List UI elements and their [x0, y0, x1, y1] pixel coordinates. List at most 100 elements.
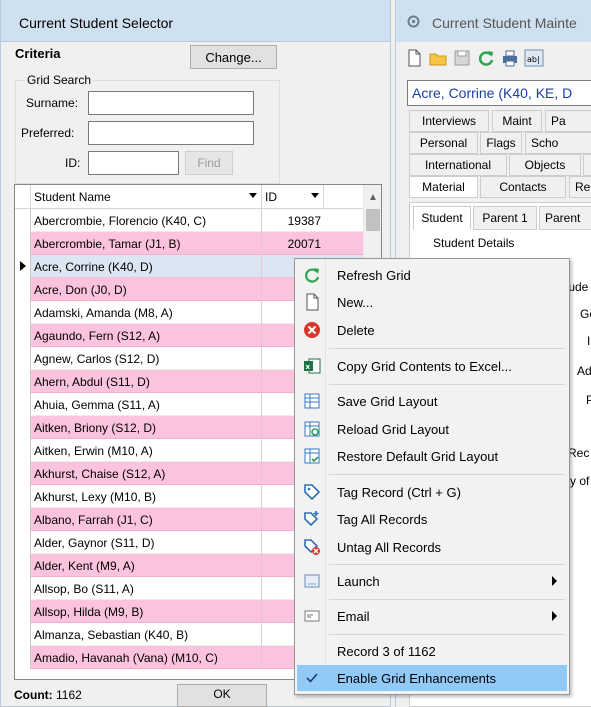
student-name-cell: Abercrombie, Florencio (K40, C): [34, 214, 207, 228]
id-input[interactable]: [88, 151, 179, 175]
partial-field-label: I: [587, 334, 591, 348]
menu-item-restore-default-layout[interactable]: Restore Default Grid Layout: [297, 443, 567, 469]
current-student-name: Acre, Corrine (K40, KE, D: [412, 85, 573, 101]
row-indicator[interactable]: [15, 531, 31, 554]
tab-partial[interactable]: Pa: [545, 110, 591, 132]
menu-item-tag-all-records[interactable]: Tag All Records: [297, 506, 567, 532]
delete-icon: [304, 322, 320, 338]
tab-contacts[interactable]: Contacts: [480, 176, 566, 198]
menu-item-launch[interactable]: Launch: [297, 568, 567, 594]
tab-partial-3[interactable]: Re: [569, 176, 591, 198]
student-name-cell: Amadio, Havanah (Vana) (M10, C): [34, 651, 218, 665]
row-indicator[interactable]: [15, 209, 31, 232]
row-indicator[interactable]: [15, 439, 31, 462]
menu-item-delete[interactable]: Delete: [297, 317, 567, 343]
menu-item-reload-grid-layout[interactable]: Reload Grid Layout: [297, 416, 567, 442]
table-row[interactable]: Abercrombie, Tamar (J1, B) 20071: [15, 232, 363, 255]
menu-item-new[interactable]: New...: [297, 289, 567, 315]
menu-item-label: Email: [337, 609, 370, 624]
column-header-name[interactable]: Student Name: [31, 185, 262, 209]
row-indicator[interactable]: [15, 255, 31, 278]
menu-item-save-grid-layout[interactable]: Save Grid Layout: [297, 388, 567, 414]
tab-partial-2[interactable]: [583, 154, 591, 176]
subtab-student[interactable]: Student: [413, 206, 471, 230]
row-indicator[interactable]: [15, 370, 31, 393]
criteria-label: Criteria: [15, 46, 61, 61]
menu-item-refresh-grid[interactable]: Refresh Grid: [297, 262, 567, 288]
row-indicator[interactable]: [15, 646, 31, 669]
student-name-cell: Aitken, Briony (S12, D): [34, 421, 157, 435]
open-folder-icon[interactable]: [428, 48, 448, 68]
surname-input[interactable]: [88, 91, 254, 115]
menu-item-tag-record[interactable]: Tag Record (Ctrl + G): [297, 479, 567, 505]
row-indicator[interactable]: [15, 577, 31, 600]
row-indicator[interactable]: [15, 554, 31, 577]
change-button[interactable]: Change...: [190, 45, 277, 69]
preferred-input[interactable]: [88, 121, 254, 145]
student-name-cell: Akhurst, Chaise (S12, A): [34, 467, 166, 481]
refresh-icon: [305, 268, 320, 283]
scrollbar-thumb[interactable]: [366, 209, 380, 231]
refresh-icon[interactable]: [476, 48, 496, 68]
row-indicator[interactable]: [15, 232, 31, 255]
column-divider: [261, 623, 262, 646]
tab-objects[interactable]: Objects: [509, 154, 581, 176]
row-indicator[interactable]: [15, 462, 31, 485]
print-icon[interactable]: [500, 48, 520, 68]
row-indicator[interactable]: [15, 508, 31, 531]
row-indicator[interactable]: [15, 347, 31, 370]
column-divider: [261, 324, 262, 347]
menu-item-label: Enable Grid Enhancements: [337, 671, 496, 686]
tab-material[interactable]: Material: [409, 176, 478, 198]
untag-icon: [304, 539, 320, 555]
current-row-arrow-icon: [20, 261, 26, 271]
row-indicator[interactable]: [15, 301, 31, 324]
grid-header: Student Name ID: [15, 185, 381, 209]
row-indicator[interactable]: [15, 623, 31, 646]
tab-interviews[interactable]: Interviews: [409, 110, 489, 132]
menu-item-copy-to-excel[interactable]: x Copy Grid Contents to Excel...: [297, 353, 567, 379]
row-indicator[interactable]: [15, 278, 31, 301]
table-row[interactable]: Abercrombie, Florencio (K40, C) 19387: [15, 209, 363, 232]
row-indicator[interactable]: [15, 324, 31, 347]
column-divider: [261, 508, 262, 531]
find-button[interactable]: Find: [185, 151, 233, 175]
student-name-cell: Agnew, Carlos (S12, D): [34, 352, 160, 366]
save-layout-icon: [304, 393, 320, 409]
gear-icon: [407, 15, 420, 28]
menu-item-label: Save Grid Layout: [337, 394, 438, 409]
save-icon[interactable]: [452, 48, 472, 68]
new-document-icon[interactable]: [404, 48, 424, 68]
tab-row-2: Personal Flags Scho: [409, 132, 591, 154]
menu-item-enable-grid-enhancements[interactable]: Enable Grid Enhancements: [297, 665, 567, 691]
menu-item-record-position: Record 3 of 1162: [297, 638, 567, 664]
row-indicator[interactable]: [15, 416, 31, 439]
ok-button[interactable]: OK: [177, 684, 267, 707]
subtab-parent-1[interactable]: Parent 1: [473, 206, 537, 230]
tab-flags[interactable]: Flags: [480, 132, 522, 154]
count-label: Count:: [14, 688, 53, 702]
menu-item-label: Refresh Grid: [337, 268, 411, 283]
subtab-parent-2[interactable]: Parent: [539, 206, 591, 230]
menu-item-untag-all-records[interactable]: Untag All Records: [297, 534, 567, 560]
column-header-id[interactable]: ID: [262, 185, 324, 209]
row-indicator[interactable]: [15, 485, 31, 508]
column-header-name-label: Student Name: [34, 190, 111, 204]
menu-item-email[interactable]: Email: [297, 603, 567, 629]
row-indicator-header: [15, 185, 31, 209]
menu-item-label: New...: [337, 295, 374, 310]
textbox-icon[interactable]: ab|: [524, 48, 544, 68]
title-bar: Current Student Selector: [1, 0, 390, 42]
scroll-up-icon[interactable]: ▲: [368, 192, 378, 203]
menu-separator: [329, 384, 565, 385]
restore-layout-icon: [304, 448, 320, 464]
column-dropdown-icon[interactable]: [249, 193, 257, 198]
row-indicator[interactable]: [15, 600, 31, 623]
tab-international[interactable]: International: [409, 154, 507, 176]
tab-row-3: International Objects: [409, 154, 591, 176]
tab-maint[interactable]: Maint: [492, 110, 542, 132]
tab-school[interactable]: Scho: [525, 132, 591, 154]
row-indicator[interactable]: [15, 393, 31, 416]
column-dropdown-icon[interactable]: [311, 193, 319, 198]
tab-personal[interactable]: Personal: [409, 132, 478, 154]
